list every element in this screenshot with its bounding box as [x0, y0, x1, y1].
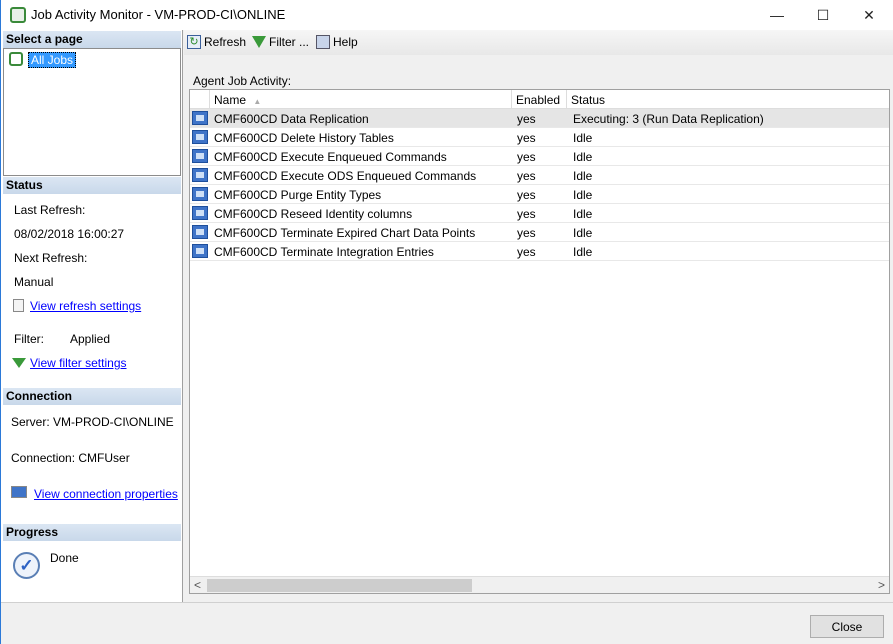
job-activity-grid: Name ▲ Enabled Status CMF600CD Data Repl…: [189, 89, 890, 594]
done-check-icon: ✓: [13, 552, 40, 579]
connection-text: Connection: CMFUser: [11, 451, 130, 465]
table-row[interactable]: CMF600CD Terminate Expired Chart Data Po…: [190, 223, 889, 242]
help-button[interactable]: Help: [316, 35, 358, 49]
job-status: Idle: [573, 226, 593, 240]
close-window-button[interactable]: ✕: [846, 0, 892, 30]
column-header-name[interactable]: Name ▲: [210, 90, 512, 109]
progress-status: Done: [50, 551, 79, 565]
name-header-label: Name: [214, 93, 247, 107]
scroll-left-button[interactable]: <: [194, 578, 201, 592]
job-icon: [192, 244, 208, 258]
filter-icon: [12, 358, 26, 368]
job-enabled: yes: [517, 207, 536, 221]
refresh-button[interactable]: ↻ Refresh: [187, 35, 246, 49]
toolbar: ↻ Refresh Filter ... Help: [184, 30, 893, 55]
filter-label: Filter ...: [269, 35, 310, 49]
help-label: Help: [333, 35, 358, 49]
scrollbar-thumb[interactable]: [207, 579, 472, 592]
status-header: Status: [3, 177, 181, 194]
view-connection-properties-link[interactable]: View connection properties: [34, 487, 178, 501]
table-row[interactable]: CMF600CD Data Replication yes Executing:…: [190, 109, 889, 128]
select-page-header: Select a page: [3, 31, 181, 48]
horizontal-scrollbar[interactable]: < >: [190, 576, 889, 593]
column-header-status[interactable]: Status: [567, 90, 889, 109]
filter-value: Applied: [70, 332, 111, 346]
job-status: Idle: [573, 188, 593, 202]
last-refresh-label: Last Refresh:: [14, 203, 86, 217]
job-enabled: yes: [517, 112, 536, 126]
job-name: CMF600CD Data Replication: [214, 112, 369, 126]
job-icon: [192, 187, 208, 201]
server-text: Server: VM-PROD-CI\ONLINE: [11, 415, 174, 429]
job-status: Idle: [573, 150, 593, 164]
refresh-label: Refresh: [204, 35, 247, 49]
scroll-right-button[interactable]: >: [878, 578, 885, 592]
progress-header: Progress: [3, 524, 181, 541]
job-status: Idle: [573, 169, 593, 183]
job-name: CMF600CD Execute Enqueued Commands: [214, 150, 447, 164]
view-refresh-settings-link[interactable]: View refresh settings: [30, 299, 141, 313]
last-refresh-value: 08/02/2018 16:00:27: [14, 227, 125, 241]
table-row[interactable]: CMF600CD Purge Entity Types yes Idle: [190, 185, 889, 204]
filter-button[interactable]: Filter ...: [252, 35, 309, 49]
job-name: CMF600CD Delete History Tables: [214, 131, 394, 145]
next-refresh-value: Manual: [14, 275, 54, 289]
job-enabled: yes: [517, 245, 536, 259]
job-enabled: yes: [517, 150, 536, 164]
job-icon: [192, 149, 208, 163]
job-status: Idle: [573, 207, 593, 221]
app-icon: [10, 7, 26, 23]
job-name: CMF600CD Execute ODS Enqueued Commands: [214, 169, 477, 183]
job-status: Executing: 3 (Run Data Replication): [573, 112, 764, 126]
refresh-settings-icon: [13, 299, 24, 312]
column-header-enabled[interactable]: Enabled: [512, 90, 567, 109]
table-row[interactable]: CMF600CD Terminate Integration Entries y…: [190, 242, 889, 261]
refresh-icon: ↻: [187, 35, 201, 49]
job-name: CMF600CD Terminate Expired Chart Data Po…: [214, 226, 476, 240]
connection-properties-icon: [11, 486, 27, 498]
header-icon-column: [190, 90, 210, 109]
filter-label: Filter:: [14, 332, 44, 346]
job-icon: [192, 225, 208, 239]
job-name: CMF600CD Purge Entity Types: [214, 188, 382, 202]
table-row[interactable]: CMF600CD Execute ODS Enqueued Commands y…: [190, 166, 889, 185]
table-row[interactable]: CMF600CD Delete History Tables yes Idle: [190, 128, 889, 147]
next-refresh-label: Next Refresh:: [14, 251, 88, 265]
page-item-all-jobs[interactable]: All Jobs: [28, 52, 77, 68]
window-title: Job Activity Monitor - VM-PROD-CI\ONLINE: [31, 7, 286, 22]
job-icon: [192, 130, 208, 144]
table-row[interactable]: CMF600CD Execute Enqueued Commands yes I…: [190, 147, 889, 166]
title-bar: Job Activity Monitor - VM-PROD-CI\ONLINE…: [1, 0, 893, 30]
job-icon: [192, 168, 208, 182]
job-running-icon: [192, 111, 208, 125]
footer: Close: [1, 602, 893, 644]
close-button[interactable]: Close: [810, 615, 884, 638]
job-name: CMF600CD Terminate Integration Entries: [214, 245, 434, 259]
job-enabled: yes: [517, 131, 536, 145]
job-enabled: yes: [517, 188, 536, 202]
job-enabled: yes: [517, 169, 536, 183]
left-pane: Select a page All Jobs Status Last Refre…: [1, 30, 183, 602]
help-icon: [316, 35, 330, 49]
job-status: Idle: [573, 131, 593, 145]
jobs-icon: [9, 52, 23, 66]
page-list[interactable]: All Jobs: [3, 48, 181, 176]
job-icon: [192, 206, 208, 220]
connection-header: Connection: [3, 388, 181, 405]
minimize-button[interactable]: —: [754, 0, 800, 30]
view-filter-settings-link[interactable]: View filter settings: [30, 356, 127, 370]
job-name: CMF600CD Reseed Identity columns: [214, 207, 413, 221]
job-enabled: yes: [517, 226, 536, 240]
table-row[interactable]: CMF600CD Reseed Identity columns yes Idl…: [190, 204, 889, 223]
grid-caption: Agent Job Activity:: [193, 74, 292, 88]
filter-icon: [252, 36, 266, 48]
maximize-button[interactable]: ☐: [800, 0, 846, 30]
sort-ascending-icon: ▲: [253, 97, 262, 106]
job-status: Idle: [573, 245, 593, 259]
